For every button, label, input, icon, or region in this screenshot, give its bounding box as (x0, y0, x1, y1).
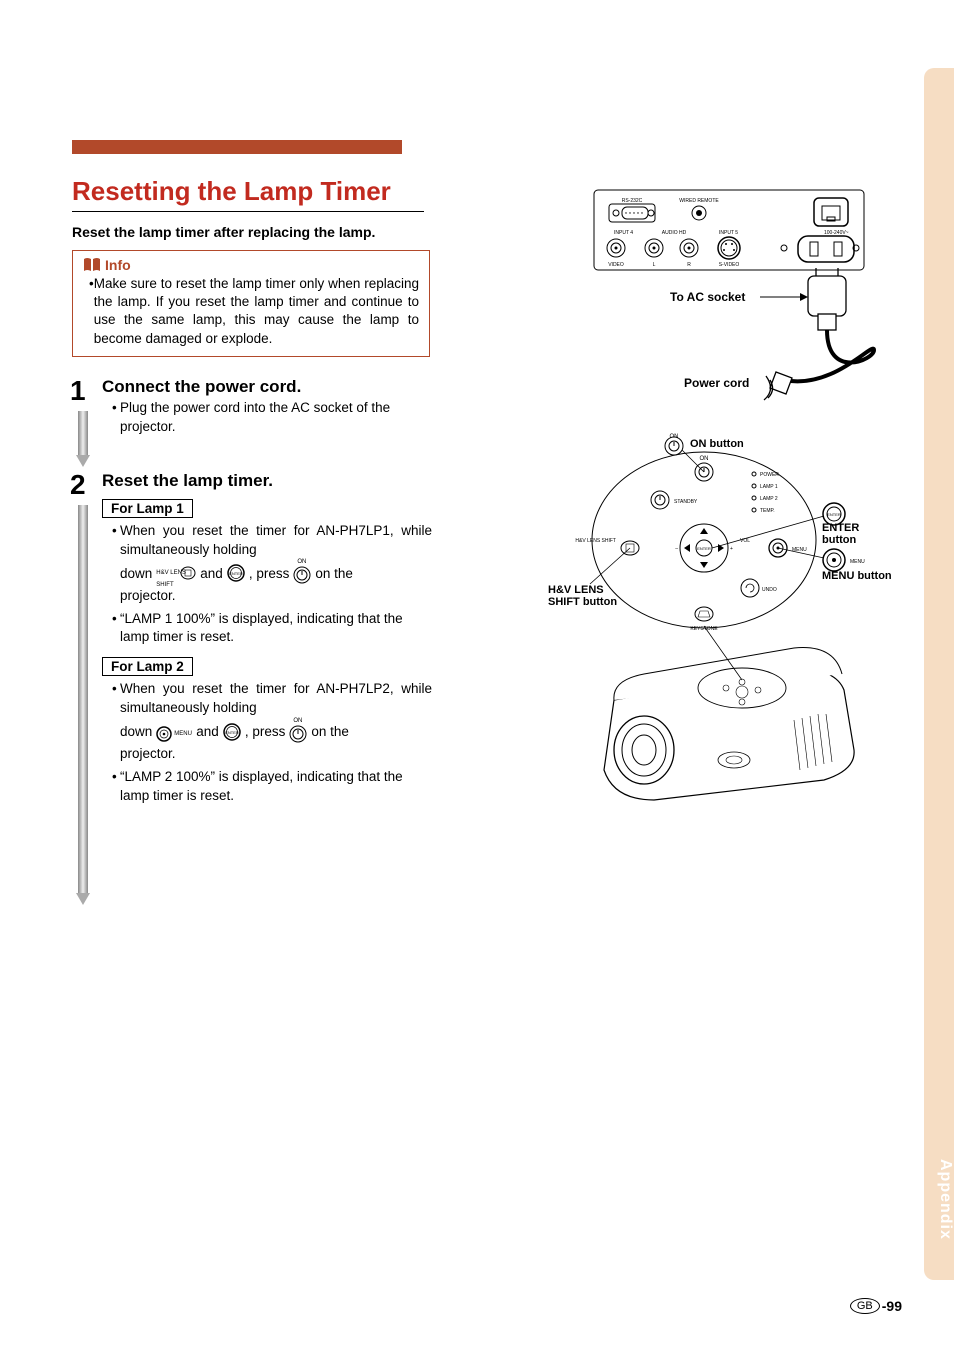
svg-text:WIRED REMOTE: WIRED REMOTE (679, 198, 719, 204)
title-underline (72, 211, 424, 212)
svg-text:TEMP.: TEMP. (760, 508, 775, 514)
book-icon (83, 257, 101, 273)
svg-text:ENTER: ENTER (827, 512, 841, 517)
step-2-number: 2 (70, 469, 86, 501)
rear-panel-diagram: RS-232C WIRED REMOTE INPUT 4 AUDIO HD IN… (554, 180, 894, 420)
section-tab: Appendix (924, 68, 954, 1280)
info-box: Info • Make sure to reset the lamp timer… (72, 250, 430, 357)
lamp2-line1: When you reset the timer for AN-PH7LP2, … (120, 680, 432, 718)
menu-button-label: MENU button (822, 570, 892, 582)
svg-text:LAMP 1: LAMP 1 (760, 484, 778, 490)
svg-text:ON: ON (700, 456, 709, 462)
info-label: Info (105, 257, 131, 273)
menu-icon: MENU (156, 724, 192, 740)
on-icon: ON (289, 721, 307, 743)
svg-text:R: R (687, 262, 691, 268)
header-bar (72, 140, 402, 154)
svg-text:H&V LENS SHIFT: H&V LENS SHIFT (575, 538, 616, 544)
page-footer: GB -99 (850, 1298, 902, 1314)
svg-text:S-VIDEO: S-VIDEO (719, 262, 740, 268)
svg-text:ENTER: ENTER (225, 730, 239, 735)
step-1-bullet: Plug the power cord into the AC socket o… (120, 399, 432, 437)
step-1-number: 1 (70, 375, 86, 407)
for-lamp-1-label: For Lamp 1 (102, 499, 193, 518)
svg-text:UNDO: UNDO (762, 587, 777, 593)
svg-text:–: – (675, 546, 678, 552)
lamp1-line1: When you reset the timer for AN-PH7LP1, … (120, 522, 432, 560)
step-1: 1 Connect the power cord. •Plug the powe… (72, 377, 432, 457)
svg-text:AUDIO HD: AUDIO HD (662, 230, 687, 236)
on-icon: ON (293, 562, 311, 584)
arrow-icon (760, 292, 808, 302)
lens-shift-icon: H&V LENS SHIFT (156, 565, 196, 581)
svg-text:+: + (730, 546, 733, 552)
svg-text:ENTER: ENTER (697, 546, 711, 551)
step-2: 2 Reset the lamp timer. For Lamp 1 •When… (72, 471, 432, 891)
enter-icon: ENTER (223, 723, 241, 741)
lamp1-line2: “LAMP 1 100%” is displayed, indicating t… (120, 610, 432, 648)
info-text: • Make sure to reset the lamp timer only… (83, 275, 419, 348)
step-1-title: Connect the power cord. (102, 377, 432, 397)
svg-text:100-240V~: 100-240V~ (824, 230, 849, 236)
step-1-bar (76, 411, 90, 467)
info-header: Info (83, 257, 419, 273)
svg-text:INPUT 5: INPUT 5 (719, 230, 738, 236)
svg-text:RS-232C: RS-232C (622, 198, 643, 204)
lens-shift-button-label: H&V LENS SHIFT button (548, 584, 628, 608)
step-2-bar (76, 505, 90, 905)
svg-text:VIDEO: VIDEO (608, 262, 624, 268)
lamp2-line2: “LAMP 2 100%” is displayed, indicating t… (120, 768, 432, 806)
svg-text:LAMP 2: LAMP 2 (760, 496, 778, 502)
page-number: -99 (882, 1298, 902, 1314)
svg-text:STANDBY: STANDBY (674, 499, 698, 505)
on-button-label: ON button (690, 438, 744, 450)
svg-text:L: L (653, 262, 656, 268)
gb-badge: GB (850, 1298, 880, 1314)
enter-icon: ENTER (227, 564, 245, 582)
step-2-title: Reset the lamp timer. (102, 471, 432, 491)
enter-button-label: ENTER button (822, 522, 894, 546)
power-cord-label: Power cord (684, 376, 749, 390)
section-tab-label: Appendix (924, 1159, 954, 1240)
top-panel-svg: ON POWER LAMP 1 LAMP 2 TEMP. STANDBY ENT… (544, 430, 894, 810)
for-lamp-2-label: For Lamp 2 (102, 657, 193, 676)
to-ac-socket-label: To AC socket (670, 290, 745, 304)
svg-text:MENU: MENU (792, 547, 807, 553)
top-panel-diagram: ON POWER LAMP 1 LAMP 2 TEMP. STANDBY ENT… (544, 430, 894, 810)
svg-text:INPUT 4: INPUT 4 (614, 230, 633, 236)
svg-text:ENTER: ENTER (229, 571, 243, 576)
svg-text:MENU: MENU (850, 559, 865, 565)
svg-text:POWER: POWER (760, 472, 779, 478)
